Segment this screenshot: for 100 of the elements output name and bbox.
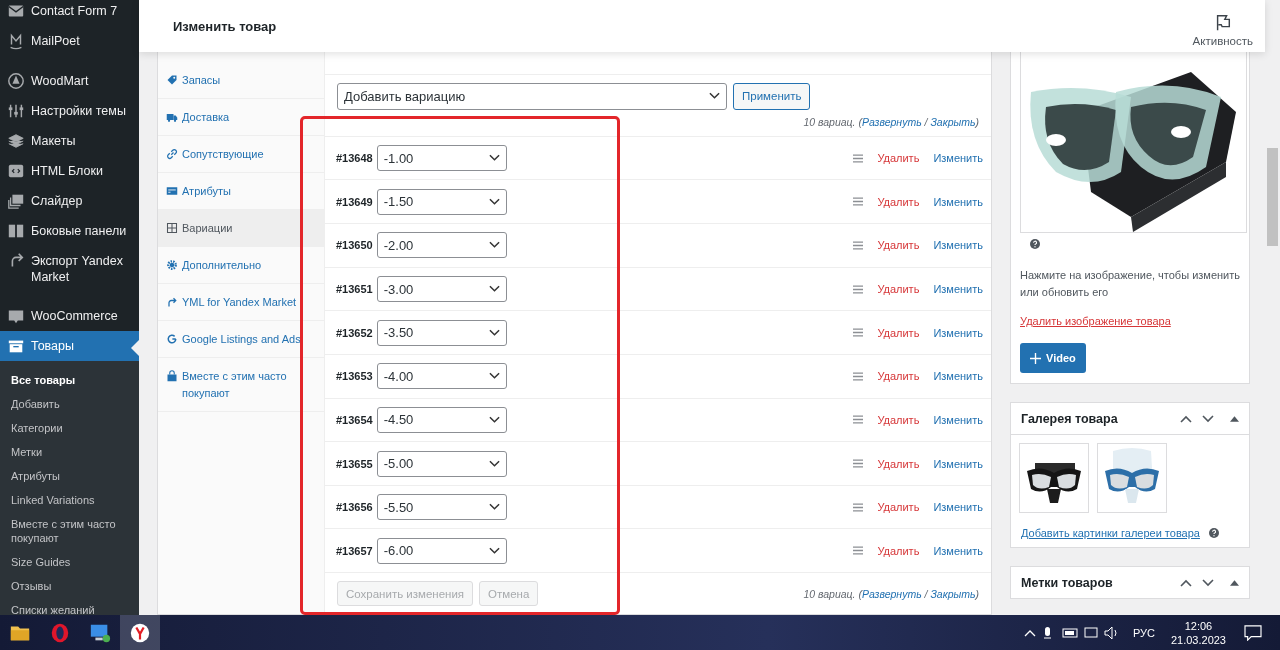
variation-value-select[interactable]: -4.00 [376, 363, 507, 390]
delete-link[interactable]: Удалить [877, 501, 920, 514]
product-data-tab[interactable]: Дополнительно [158, 247, 324, 284]
variation-value-select[interactable]: -5.00 [376, 450, 507, 477]
variation-value-select[interactable]: -3.50 [376, 319, 507, 346]
sidebar-menu-item[interactable]: Contact Form 7 [0, 0, 139, 26]
add-gallery-images-link[interactable]: Добавить картинки галереи товара [1021, 527, 1200, 539]
layers-icon [7, 132, 25, 150]
delete-link[interactable]: Удалить [877, 370, 920, 383]
help-icon[interactable] [1030, 239, 1040, 249]
variation-id: #13651 [336, 283, 373, 295]
chevron-up-icon[interactable] [1180, 414, 1192, 423]
submenu-item[interactable]: Категории [0, 416, 139, 440]
variation-id: #13654 [336, 413, 373, 426]
plus-icon [1030, 352, 1041, 364]
delete-link[interactable]: Удалить [877, 326, 920, 339]
language-indicator[interactable]: РУС [1132, 626, 1155, 639]
edit-link[interactable]: Изменить [933, 152, 983, 165]
chevron-down-icon [488, 546, 500, 555]
chevron-down-icon [488, 285, 500, 293]
drag-handle-icon[interactable] [853, 284, 864, 294]
delete-link[interactable]: Удалить [877, 283, 920, 295]
drag-handle-icon[interactable] [853, 197, 864, 207]
submenu-item[interactable]: Вместе с этим часто покупают [0, 512, 139, 550]
add-variation-select[interactable]: Добавить вариацию [337, 82, 727, 110]
product-data-tab[interactable]: Вариации [158, 210, 324, 247]
drag-handle-icon[interactable] [853, 328, 864, 338]
notifications-icon[interactable] [1244, 624, 1262, 641]
edit-link[interactable]: Изменить [933, 457, 983, 470]
drag-handle-icon[interactable] [853, 240, 864, 250]
variation-value-select[interactable]: -2.00 [376, 232, 507, 259]
submenu-item[interactable]: Списки желаний [0, 598, 139, 615]
edit-link[interactable]: Изменить [933, 370, 983, 383]
delete-link[interactable]: Удалить [877, 152, 920, 165]
drag-handle-icon[interactable] [853, 371, 864, 381]
product-data-tab[interactable]: Сопутствующие [158, 136, 324, 173]
drag-handle-icon[interactable] [853, 415, 864, 425]
sidebar-menu-item[interactable]: WooCommerce [0, 301, 139, 331]
share-arrow-icon [166, 296, 178, 308]
collapse-triangle-icon[interactable] [1230, 415, 1239, 422]
sidebar-menu-item[interactable]: MailPoet [0, 26, 139, 56]
edit-link[interactable]: Изменить [933, 239, 983, 252]
edit-link[interactable]: Изменить [933, 326, 983, 339]
submenu-item[interactable]: Все товары [0, 368, 139, 392]
edit-link[interactable]: Изменить [933, 195, 983, 208]
variation-value-select[interactable]: -6.00 [376, 537, 507, 564]
chevron-down-icon [488, 459, 500, 468]
tag-icon [166, 74, 178, 86]
add-video-button[interactable]: Video [1020, 343, 1086, 373]
submenu-item[interactable]: Добавить [0, 392, 139, 416]
sidebar-menu-item[interactable]: Настройки темы [0, 96, 139, 126]
collapse-link[interactable]: Закрыть [930, 587, 976, 600]
edit-link[interactable]: Изменить [933, 501, 983, 514]
delete-link[interactable]: Удалить [877, 413, 920, 426]
edit-link[interactable]: Изменить [933, 283, 983, 295]
product-data-tab[interactable]: Google Listings and Ads [158, 321, 324, 358]
drag-handle-icon[interactable] [853, 153, 864, 163]
sidebar-menu-item[interactable]: Товары [0, 331, 139, 361]
sidebar-menu-item[interactable]: Экспорт Yandex Market [0, 246, 139, 291]
sidebar-menu-item[interactable]: WoodMart [0, 66, 139, 96]
variation-value-select[interactable]: -4.50 [376, 406, 507, 433]
chevron-down-icon[interactable] [1202, 578, 1214, 587]
variation-value-select[interactable]: -1.00 [376, 145, 507, 172]
product-data-tab[interactable]: Запасы [158, 62, 324, 99]
delete-link[interactable]: Удалить [877, 239, 920, 252]
variation-count-text: 10 вариац. (Развернуть / Закрыть) [803, 587, 979, 600]
product-data-tab[interactable]: YML for Yandex Market [158, 284, 324, 321]
collapse-link[interactable]: Закрыть [930, 115, 976, 128]
submenu-item[interactable]: Метки [0, 440, 139, 464]
drag-handle-icon[interactable] [853, 502, 864, 512]
variation-value-select[interactable]: -5.50 [376, 494, 507, 521]
collapse-triangle-icon[interactable] [1230, 579, 1239, 586]
activity-button[interactable]: Активность [1192, 5, 1253, 47]
chevron-down-icon [488, 197, 500, 206]
submenu-item[interactable]: Отзывы [0, 574, 139, 598]
drag-handle-icon[interactable] [853, 546, 864, 556]
submenu-item[interactable]: Size Guides [0, 550, 139, 574]
product-data-tab[interactable]: Доставка [158, 99, 324, 136]
edit-link[interactable]: Изменить [933, 544, 983, 557]
submenu-item[interactable]: Linked Variations [0, 488, 139, 512]
sidebar-menu-item[interactable]: Макеты [0, 126, 139, 156]
chevron-down-icon[interactable] [1202, 414, 1214, 423]
variation-value-select[interactable]: -1.50 [376, 188, 507, 215]
delete-link[interactable]: Удалить [877, 195, 920, 208]
chevron-up-icon[interactable] [1180, 578, 1192, 587]
variation-value-select[interactable]: -3.00 [376, 276, 507, 302]
image-hint-text: Нажмите на изображение, чтобы изменить или обновить его [1020, 268, 1240, 300]
help-icon[interactable] [1208, 528, 1219, 538]
product-data-tab[interactable]: Вместе с этим часто покупают [158, 358, 324, 412]
apply-button[interactable]: Применить [733, 82, 811, 110]
remove-image-link[interactable]: Удалить изображение товара [1020, 315, 1171, 327]
variation-id: #13650 [336, 239, 373, 252]
sidebar-menu-item[interactable]: Боковые панели [0, 216, 139, 246]
delete-link[interactable]: Удалить [877, 457, 920, 470]
sidebar-menu-item[interactable]: Слайдер [0, 186, 139, 216]
drag-handle-icon[interactable] [853, 459, 864, 468]
sidebar-menu-item[interactable]: HTML Блоки [0, 156, 139, 186]
delete-link[interactable]: Удалить [877, 544, 920, 557]
submenu-item[interactable]: Атрибуты [0, 464, 139, 488]
edit-link[interactable]: Изменить [933, 413, 983, 426]
